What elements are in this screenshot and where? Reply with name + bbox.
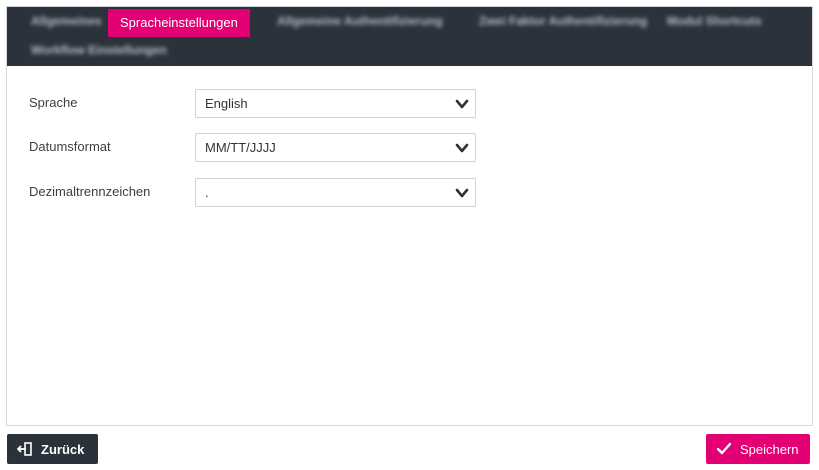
tab-modul-shortcuts[interactable]: Modul Shortcuts <box>655 7 774 35</box>
tab-bar: Allgemeines Spracheinstellungen Allgemei… <box>7 7 812 66</box>
tab-allgemeine-authentifizierung[interactable]: Allgemeine Authentifizierung <box>265 7 455 35</box>
decimal-separator-value: . <box>205 185 209 200</box>
settings-panel: Allgemeines Spracheinstellungen Allgemei… <box>6 6 813 426</box>
tab-zwei-faktor-authentifizierung[interactable]: Zwei Faktor Authentifizierung <box>467 7 659 35</box>
decimal-separator-label: Dezimaltrennzeichen <box>29 184 151 199</box>
date-format-select[interactable]: MM/TT/JJJJ <box>195 133 476 162</box>
tab-spracheinstellungen[interactable]: Spracheinstellungen <box>108 9 250 37</box>
date-format-row: Datumsformat MM/TT/JJJJ <box>29 133 489 162</box>
decimal-separator-select[interactable]: . <box>195 178 476 207</box>
save-button-label: Speichern <box>740 441 799 457</box>
tab-workflow-einstellungen[interactable]: Workflow Einstellungen <box>19 36 179 64</box>
exit-door-icon <box>17 442 32 456</box>
decimal-separator-row: Dezimaltrennzeichen . <box>29 178 489 207</box>
save-button[interactable]: Speichern <box>706 434 810 464</box>
date-format-value: MM/TT/JJJJ <box>205 140 276 155</box>
language-row: Sprache English <box>29 89 489 118</box>
chevron-down-icon <box>455 188 469 198</box>
checkmark-icon <box>716 442 732 455</box>
date-format-label: Datumsformat <box>29 139 111 154</box>
back-button[interactable]: Zurück <box>7 434 98 464</box>
language-value: English <box>205 96 248 111</box>
back-button-label: Zurück <box>41 441 85 457</box>
chevron-down-icon <box>455 99 469 109</box>
language-label: Sprache <box>29 95 78 110</box>
chevron-down-icon <box>455 143 469 153</box>
tab-allgemeines[interactable]: Allgemeines <box>19 7 114 35</box>
language-select[interactable]: English <box>195 89 476 118</box>
